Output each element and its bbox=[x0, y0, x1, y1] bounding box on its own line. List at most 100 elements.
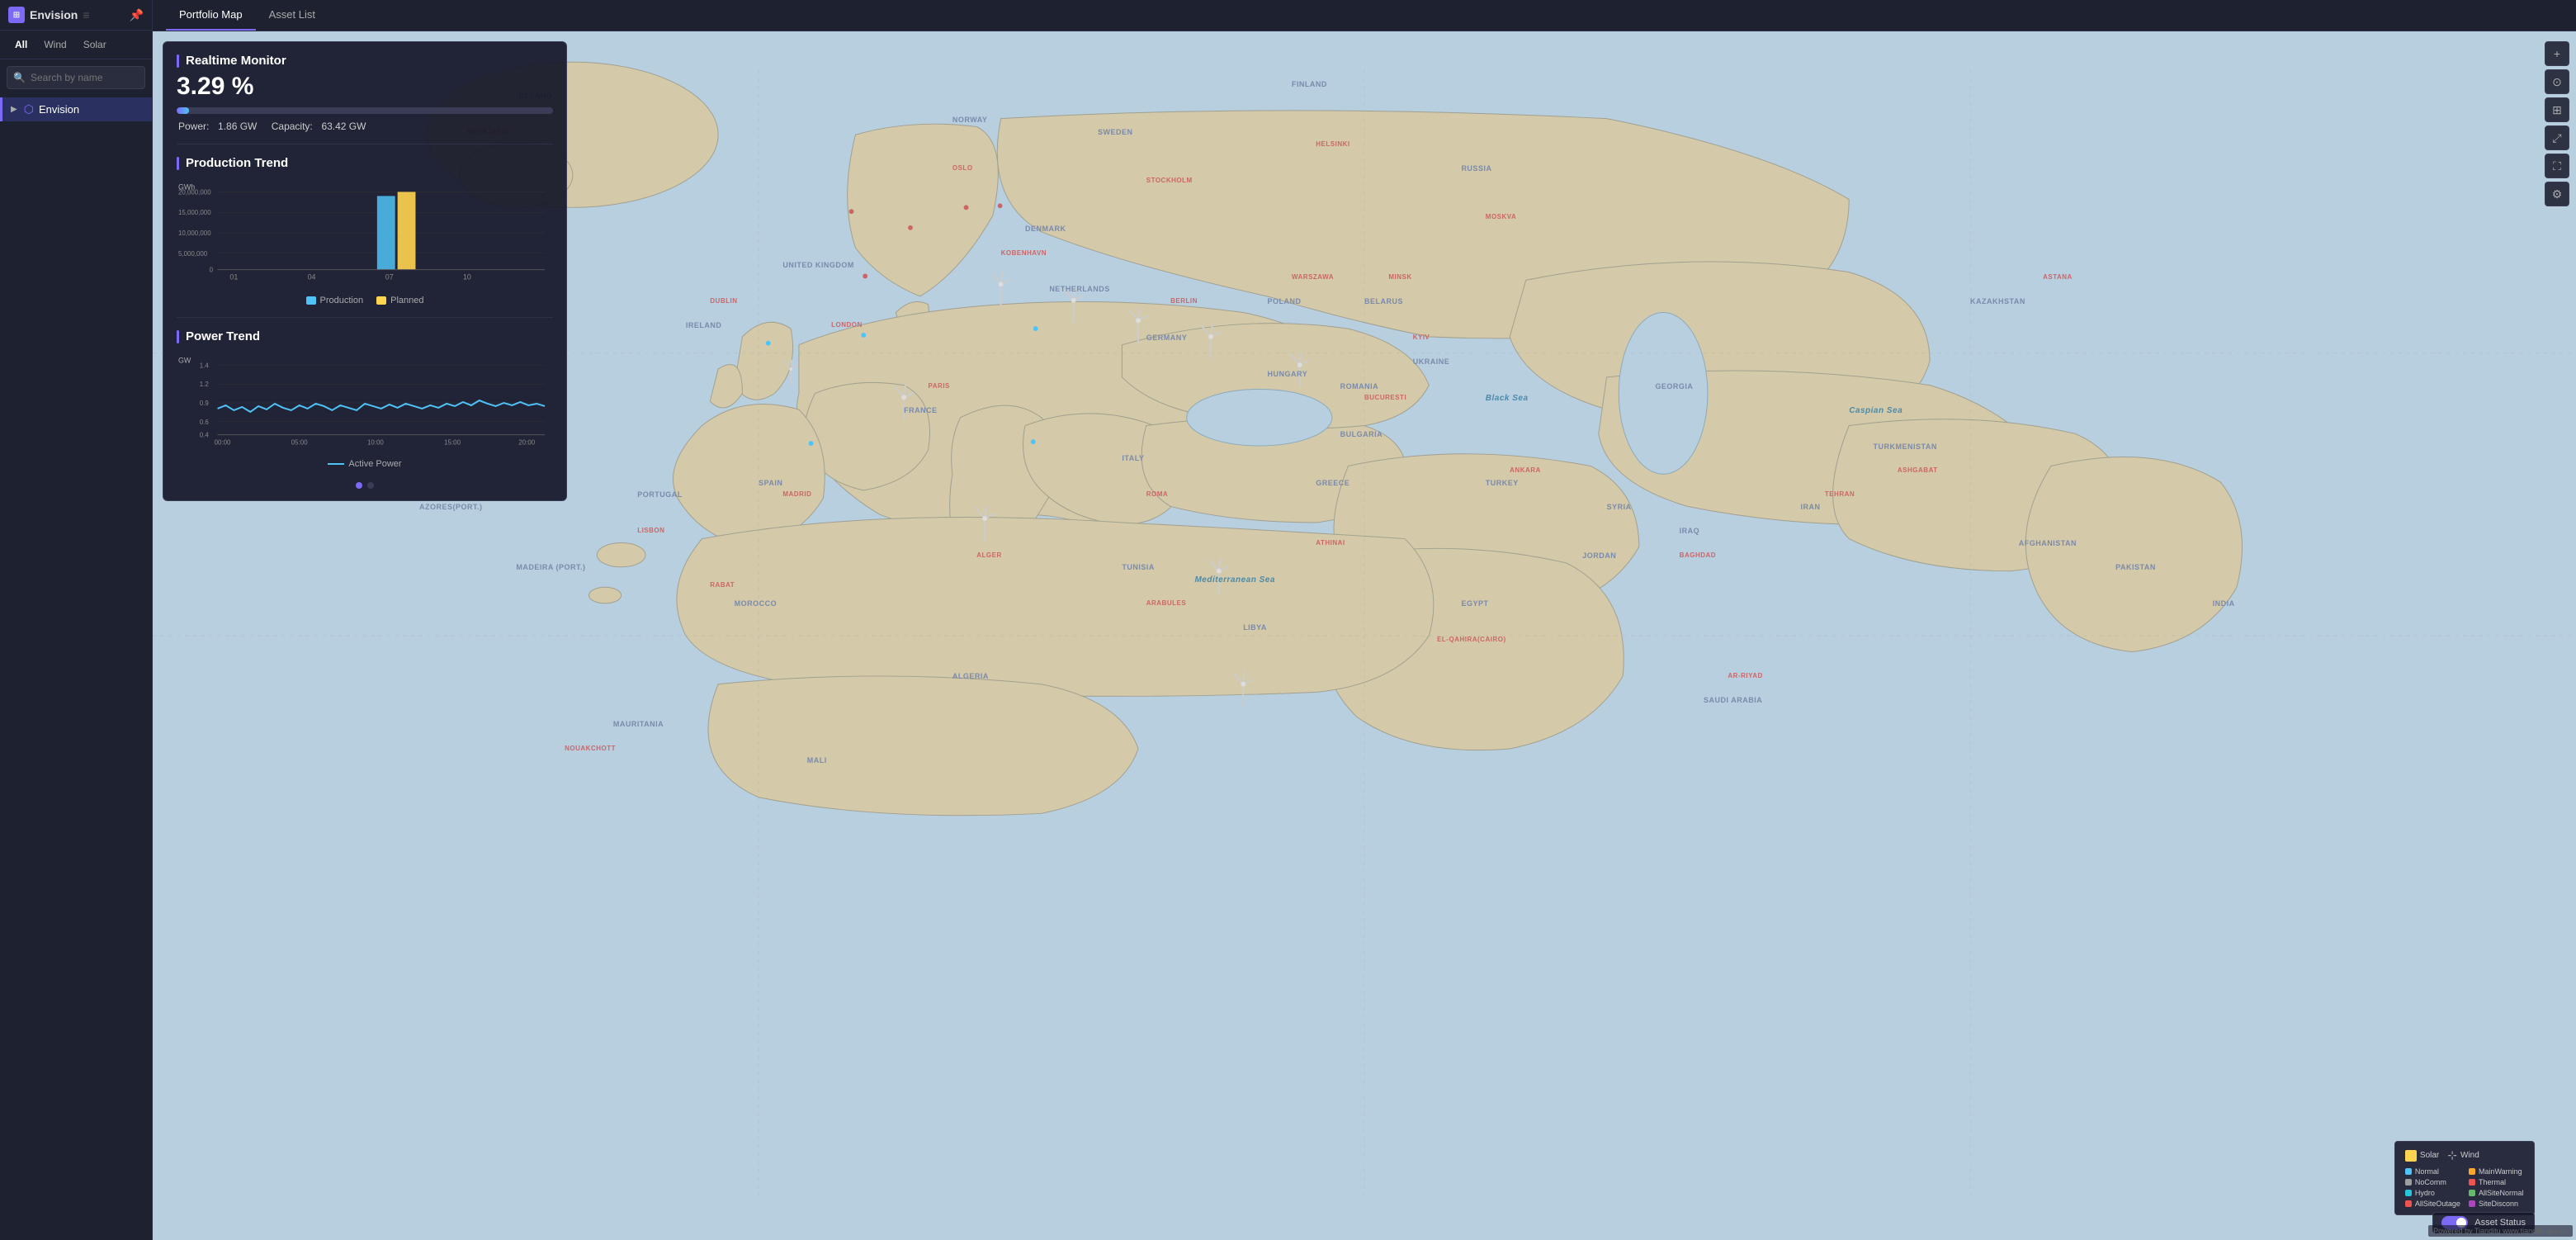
legend-solar: Solar bbox=[2405, 1148, 2439, 1162]
status-mainwarning-label: MainWarning bbox=[2479, 1167, 2522, 1176]
legend-planned-label: Planned bbox=[390, 296, 423, 305]
legend-type-row: Solar ⊹ Wind bbox=[2405, 1148, 2524, 1162]
status-nocomm-label: NoComm bbox=[2415, 1178, 2446, 1186]
svg-text:07: 07 bbox=[385, 273, 394, 282]
status-hydro-label: Hydro bbox=[2415, 1189, 2435, 1197]
active-power-line bbox=[328, 463, 344, 465]
svg-text:15,000,000: 15,000,000 bbox=[178, 209, 211, 216]
svg-text:GW: GW bbox=[178, 356, 191, 364]
zoom-out-button[interactable]: ⊙ bbox=[2545, 69, 2569, 94]
status-sitedisconn-label: SiteDisconn bbox=[2479, 1200, 2518, 1208]
analytics-panel: Realtime Monitor 3.29 % Power: 1.86 GW C… bbox=[163, 41, 567, 501]
power-label: Power: bbox=[178, 121, 209, 132]
production-chart: GWh 20,000,000 15,000,000 10,000,000 5,0… bbox=[177, 175, 553, 291]
sidebar-tabs: All Wind Solar bbox=[0, 31, 152, 59]
divider-2 bbox=[177, 317, 553, 318]
status-mainwarning: MainWarning bbox=[2469, 1167, 2524, 1176]
search-box: 🔍 bbox=[7, 66, 145, 89]
panel-dot-2[interactable] bbox=[367, 482, 374, 489]
right-toolbar: + ⊙ ⊞ ⤢ ⛶ ⚙ bbox=[2545, 41, 2569, 206]
status-allsitenormal: AllSiteNormal bbox=[2469, 1189, 2524, 1197]
svg-text:00:00: 00:00 bbox=[215, 439, 231, 447]
status-allsiteoutage-label: AllSiteOutage bbox=[2415, 1200, 2460, 1208]
legend-production: Production bbox=[306, 296, 364, 305]
legend-planned: Planned bbox=[376, 296, 423, 305]
svg-text:1.2: 1.2 bbox=[200, 381, 209, 388]
legend-wind-label: Wind bbox=[2460, 1151, 2479, 1160]
status-normal: Normal bbox=[2405, 1167, 2460, 1176]
legend-status-grid: Normal MainWarning NoComm Thermal Hydro bbox=[2405, 1167, 2524, 1208]
status-allsiteoutage: AllSiteOutage bbox=[2405, 1200, 2460, 1208]
svg-text:05:00: 05:00 bbox=[291, 439, 308, 447]
legend-production-label: Production bbox=[320, 296, 364, 305]
svg-text:15:00: 15:00 bbox=[444, 439, 461, 447]
svg-text:10:00: 10:00 bbox=[367, 439, 384, 447]
svg-text:1.4: 1.4 bbox=[200, 362, 210, 369]
power-legend: Active Power bbox=[177, 459, 553, 469]
sidebar-header: ⊞ Envision ≡ 📌 bbox=[0, 0, 152, 31]
status-thermal: Thermal bbox=[2469, 1178, 2524, 1186]
svg-text:04: 04 bbox=[308, 273, 316, 282]
svg-text:0.4: 0.4 bbox=[200, 432, 210, 439]
svg-text:0.9: 0.9 bbox=[200, 400, 210, 407]
svg-text:20:00: 20:00 bbox=[518, 439, 535, 447]
svg-text:20,000,000: 20,000,000 bbox=[178, 188, 211, 196]
power-section: Power Trend GW 1.4 1.2 0.9 0. bbox=[177, 329, 553, 469]
search-icon: 🔍 bbox=[13, 72, 26, 83]
svg-text:01: 01 bbox=[229, 273, 238, 282]
nav-tab-portfolio-map[interactable]: Portfolio Map bbox=[166, 0, 256, 31]
svg-text:10,000,000: 10,000,000 bbox=[178, 230, 211, 237]
status-allsitenormal-label: AllSiteNormal bbox=[2479, 1189, 2524, 1197]
power-value: 1.86 GW bbox=[218, 121, 257, 132]
tree-item-envision[interactable]: ▶ ⬡ Envision bbox=[0, 97, 152, 121]
capacity-label: Capacity: bbox=[272, 121, 313, 132]
production-section: Production Trend GWh 20,000,000 15,000,0 bbox=[177, 156, 553, 305]
realtime-percent: 3.29 % bbox=[177, 73, 553, 101]
status-thermal-label: Thermal bbox=[2479, 1178, 2506, 1186]
app-title: Envision bbox=[30, 8, 78, 21]
nav-tab-asset-list[interactable]: Asset List bbox=[256, 0, 328, 31]
progress-bar bbox=[177, 107, 553, 114]
production-title: Production Trend bbox=[177, 156, 553, 170]
expand-button[interactable]: ⤢ bbox=[2545, 125, 2569, 150]
production-legend: Production Planned bbox=[177, 296, 553, 305]
tree-item-label: Envision bbox=[39, 103, 79, 116]
tab-wind[interactable]: Wind bbox=[35, 35, 74, 54]
power-chart: GW 1.4 1.2 0.9 0.6 0.4 bbox=[177, 348, 553, 456]
tab-all[interactable]: All bbox=[7, 35, 35, 54]
main-content: Portfolio Map Asset List bbox=[153, 0, 2576, 1240]
fullscreen-button[interactable]: ⛶ bbox=[2545, 154, 2569, 178]
pin-icon[interactable]: 📌 bbox=[130, 8, 144, 22]
panel-dots bbox=[177, 482, 553, 489]
app-logo: ⊞ Envision ≡ bbox=[8, 7, 90, 23]
tab-solar[interactable]: Solar bbox=[75, 35, 115, 54]
search-input[interactable] bbox=[7, 66, 145, 89]
expand-icon: ▶ bbox=[11, 105, 17, 114]
layers-button[interactable]: ⊞ bbox=[2545, 97, 2569, 122]
map-attribution: Powered by Tianditu www.tianditu.gov.cn bbox=[2428, 1225, 2573, 1237]
svg-text:5,000,000: 5,000,000 bbox=[178, 250, 208, 258]
status-sitedisconn: SiteDisconn bbox=[2469, 1200, 2524, 1208]
logo-icon: ⊞ bbox=[8, 7, 25, 23]
settings-button[interactable]: ⚙ bbox=[2545, 182, 2569, 206]
active-power-label: Active Power bbox=[348, 459, 401, 469]
legend-wind: ⊹ Wind bbox=[2447, 1148, 2479, 1162]
status-normal-label: Normal bbox=[2415, 1167, 2439, 1176]
realtime-title: Realtime Monitor bbox=[177, 54, 553, 68]
folder-icon: ⬡ bbox=[24, 102, 34, 116]
progress-bar-fill bbox=[177, 107, 189, 114]
map-container: ICELAND REYKJAVIK NORWAY SWEDEN FINLAND … bbox=[153, 31, 2576, 1240]
svg-text:0: 0 bbox=[210, 267, 214, 274]
power-title: Power Trend bbox=[177, 329, 553, 343]
realtime-stats: Power: 1.86 GW Capacity: 63.42 GW bbox=[177, 121, 553, 132]
app-title-separator: ≡ bbox=[83, 8, 89, 21]
sidebar: ⊞ Envision ≡ 📌 All Wind Solar 🔍 ▶ ⬡ Envi… bbox=[0, 0, 153, 1240]
top-nav: Portfolio Map Asset List bbox=[153, 0, 2576, 31]
map-legend: Solar ⊹ Wind Normal MainWarning bbox=[2394, 1141, 2535, 1215]
svg-text:0.6: 0.6 bbox=[200, 419, 210, 426]
realtime-section: Realtime Monitor 3.29 % Power: 1.86 GW C… bbox=[177, 54, 553, 132]
panel-dot-1[interactable] bbox=[356, 482, 362, 489]
zoom-in-button[interactable]: + bbox=[2545, 41, 2569, 66]
legend-solar-label: Solar bbox=[2420, 1151, 2439, 1160]
status-hydro: Hydro bbox=[2405, 1189, 2460, 1197]
